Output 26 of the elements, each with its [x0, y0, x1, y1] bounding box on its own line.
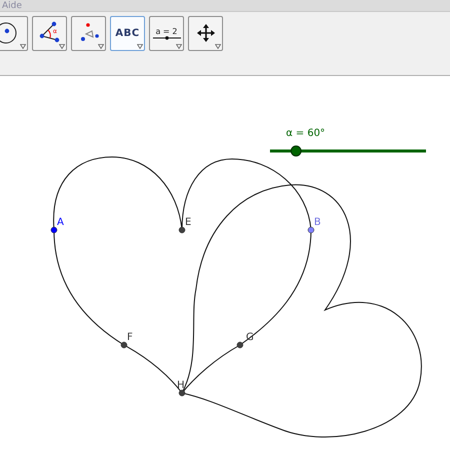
dropdown-triangle-icon: [98, 44, 104, 48]
point-label: A: [57, 217, 64, 228]
point-label: E: [185, 217, 192, 228]
dropdown-triangle-icon: [137, 44, 143, 48]
move-icon: [196, 23, 216, 43]
point-marker[interactable]: [120, 342, 128, 348]
point-label: B: [314, 217, 321, 228]
point-label: H: [177, 380, 185, 391]
dropdown-triangle-icon: [59, 44, 65, 48]
dropdown-triangle-icon: [215, 44, 221, 48]
slider-label: α = 60°: [286, 128, 326, 139]
point-marker[interactable]: [178, 390, 186, 396]
point-marker[interactable]: [50, 226, 58, 234]
dropdown-triangle-icon: [20, 44, 26, 48]
tool-button[interactable]: ABC: [110, 16, 145, 50]
tool-button[interactable]: [0, 16, 28, 50]
dropdown-triangle-icon: [176, 44, 182, 48]
point-marker[interactable]: [178, 226, 186, 234]
slider-line-icon: [152, 36, 180, 40]
tool-button[interactable]: a = 2: [149, 16, 184, 50]
point-label: F: [127, 332, 133, 343]
slider-thumb[interactable]: [290, 146, 302, 156]
point-marker[interactable]: [308, 226, 314, 234]
point-marker[interactable]: [236, 342, 244, 348]
angle-slider[interactable]: [270, 146, 426, 156]
tool-button[interactable]: [188, 16, 223, 50]
